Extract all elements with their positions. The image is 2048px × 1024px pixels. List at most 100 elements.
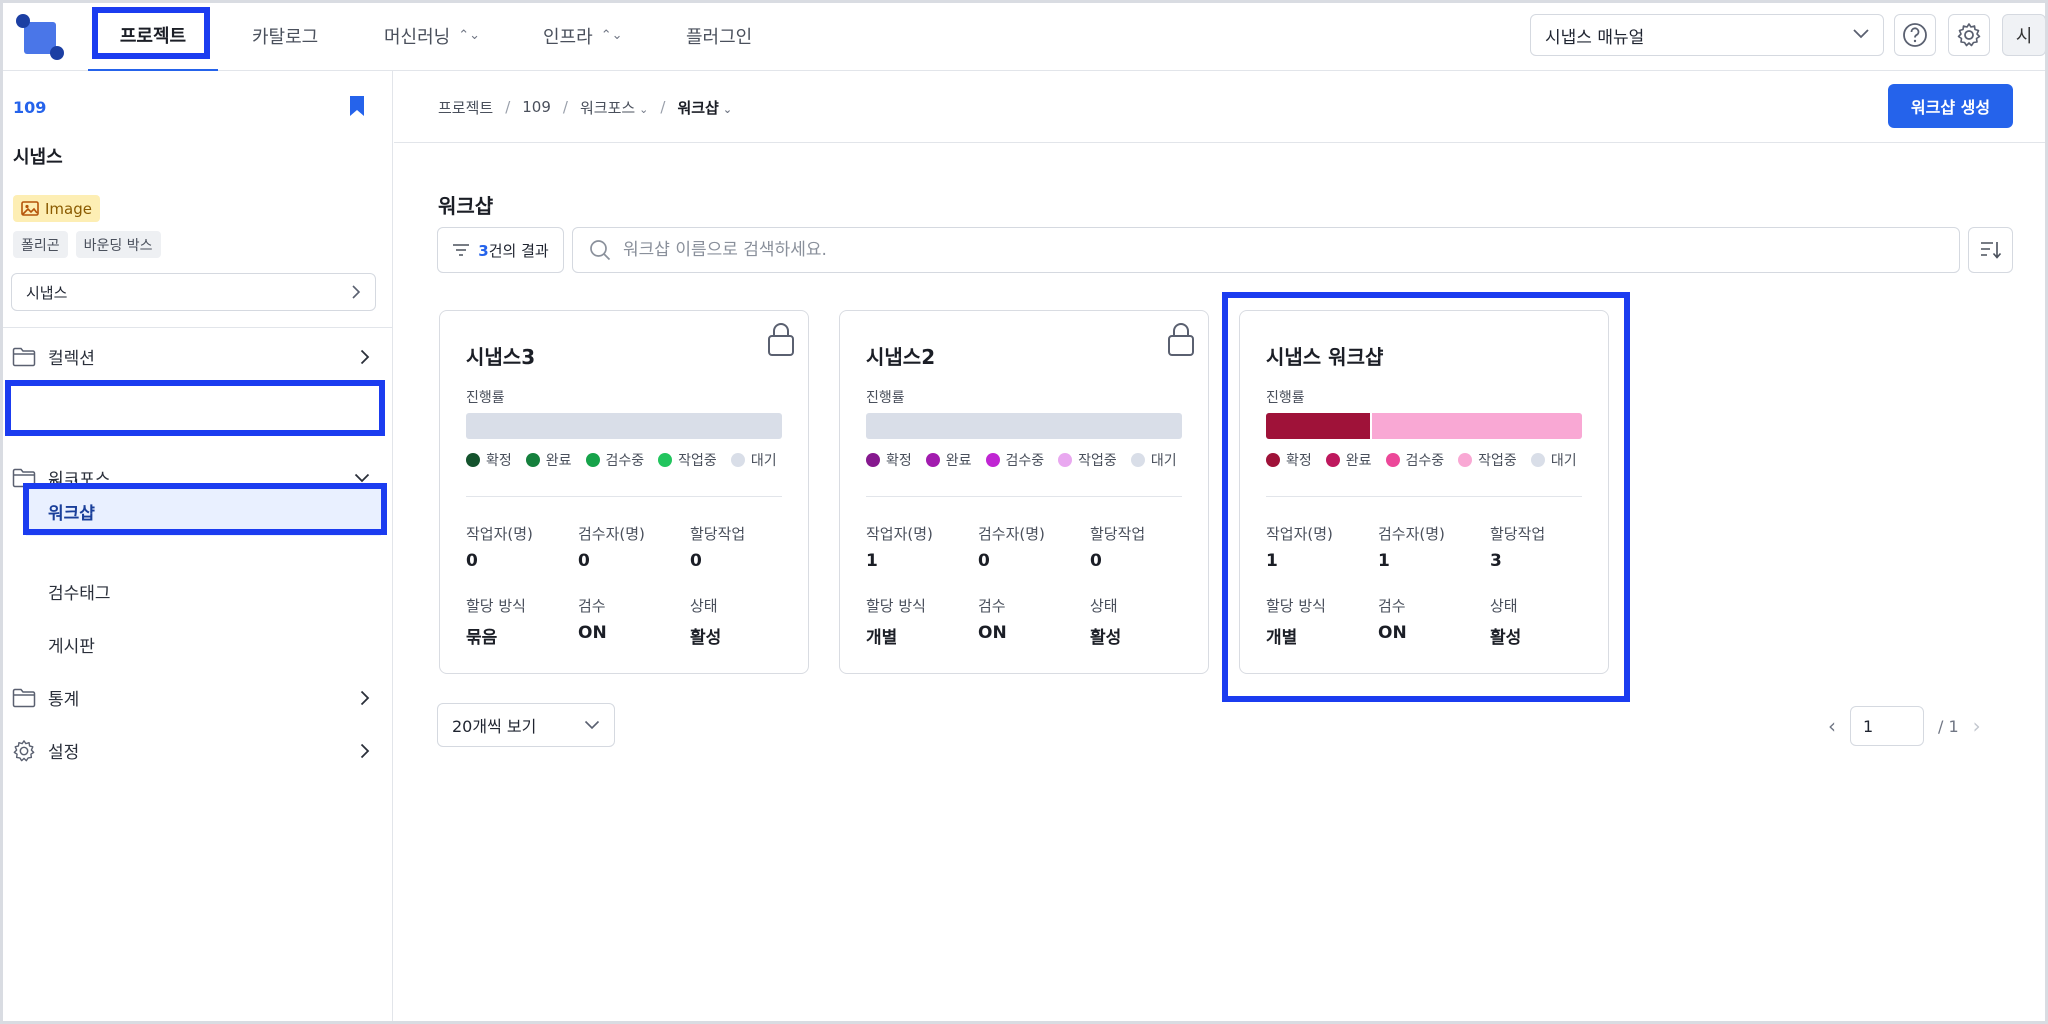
nav-tab-plugin[interactable]: 플러그인: [686, 0, 752, 71]
card-title: 시냅스3: [466, 345, 536, 369]
legend-dot: [985, 453, 1000, 467]
next-page-button[interactable]: ›: [1973, 714, 1981, 738]
stat-label: 작업자(명): [466, 525, 533, 543]
nav-tab-catalog[interactable]: 카탈로그: [252, 0, 318, 71]
breadcrumb-workforce-label: 워크포스: [579, 98, 636, 117]
breadcrumb-project[interactable]: 프로젝트: [438, 97, 493, 118]
annotation-tag: 폴리곤: [13, 231, 68, 258]
progress-legend: 확정 완료 검수중 작업중 대기: [1266, 450, 1577, 470]
legend-label: 확정: [486, 453, 512, 469]
stat-status-value: 활성: [690, 628, 722, 648]
legend-dot: [1458, 453, 1473, 467]
breadcrumb-separator: /: [505, 98, 511, 116]
nav-tab-machine-learning[interactable]: 머신러닝 ⌃⌄: [384, 0, 480, 71]
legend-label: 완료: [1345, 453, 1372, 469]
dataset-select[interactable]: 시냅스: [11, 273, 376, 311]
legend-label: 확정: [1286, 453, 1312, 469]
sidebar-item-label: 통계: [48, 690, 80, 710]
progress-label: 진행률: [866, 390, 905, 406]
legend-dot: [866, 453, 880, 467]
search-box[interactable]: [572, 227, 1960, 273]
stat-review-value: ON: [1378, 623, 1407, 643]
legend-item: 작업중: [1058, 450, 1117, 470]
sort-button[interactable]: [1968, 227, 2013, 273]
sidebar-subitem-label: 워크샵: [48, 504, 95, 524]
help-button[interactable]: [1894, 14, 1936, 56]
stat-label: 작업자(명): [866, 525, 933, 543]
progress-bar: [866, 413, 1182, 439]
manual-select[interactable]: 시냅스 매뉴얼: [1530, 14, 1884, 56]
progress-segment-confirmed: [1266, 413, 1371, 439]
image-icon: [21, 201, 39, 216]
page-size-value: 20개씩 보기: [452, 717, 537, 736]
stat-label: 할당 방식: [1266, 597, 1326, 615]
nav-tab-label: 머신러닝: [384, 26, 451, 48]
stat-assigned-value: 0: [1090, 551, 1102, 571]
stat-method-value: 묶음: [466, 628, 498, 648]
bookmark-icon[interactable]: [348, 95, 366, 117]
workshop-card[interactable]: 시냅스3 진행률 확정 완료 검수중 작업중 대기 작업자(명) 검수자(명) 할당작업 0 0 0 할당…: [439, 310, 809, 674]
card-divider: [866, 496, 1182, 497]
chevron-down-icon: [354, 473, 370, 482]
stat-workers-value: 1: [1266, 551, 1278, 571]
legend-label: 작업중: [678, 453, 717, 469]
stat-assigned-value: 3: [1490, 551, 1502, 571]
card-title: 시냅스 워크샵: [1266, 345, 1384, 369]
legend-dot: [1130, 453, 1145, 467]
legend-label: 검수중: [1005, 453, 1045, 469]
workshop-card[interactable]: 시냅스2 진행률 확정 완료 검수중 작업중 대기 작업자(명) 검수자(명) 할당작업 1 0 0 할당…: [839, 310, 1209, 674]
sidebar-item-stats[interactable]: 통계: [0, 671, 392, 724]
stat-review-value: ON: [578, 623, 607, 643]
gear-icon: [1957, 23, 1981, 47]
settings-button[interactable]: [1948, 14, 1990, 56]
progress-label: 진행률: [1266, 390, 1305, 406]
search-icon: [590, 240, 611, 261]
search-input[interactable]: [623, 240, 1923, 260]
result-count-text: 3건의 결과: [478, 240, 548, 261]
stat-label: 검수: [578, 597, 606, 615]
page-total: / 1: [1938, 716, 1959, 736]
legend-label: 완료: [945, 453, 972, 469]
sidebar-item-settings[interactable]: 설정: [0, 724, 392, 777]
legend-item: 대기: [1530, 450, 1577, 470]
chevron-down-icon: ⌄: [722, 102, 733, 116]
breadcrumb-workforce[interactable]: 워크포스 ⌄: [580, 97, 648, 118]
stat-reviewers-value: 0: [978, 551, 990, 571]
legend-dot: [1325, 453, 1340, 467]
legend-label: 작업중: [1478, 453, 1517, 469]
prev-page-button[interactable]: ‹: [1828, 714, 1836, 738]
sidebar-item-label: 컬렉션: [48, 349, 95, 369]
breadcrumb-current[interactable]: 워크샵 ⌄: [677, 97, 732, 118]
legend-label: 확정: [886, 453, 912, 469]
card-divider: [466, 496, 782, 497]
sidebar-item-collection[interactable]: 컬렉션: [0, 330, 392, 383]
workshop-card[interactable]: 시냅스 워크샵 진행률 확정 완료 검수중 작업중 대기 작업자(명) 검수자(명) 할당작업 1 1…: [1239, 310, 1609, 674]
legend-label: 작업중: [1078, 453, 1117, 469]
legend-dot: [1266, 453, 1280, 467]
app-logo[interactable]: [14, 14, 66, 62]
nav-tab-project[interactable]: 프로젝트: [88, 0, 218, 71]
stat-workers-value: 1: [866, 551, 878, 571]
legend-dot: [730, 453, 745, 467]
stat-label: 검수자(명): [1378, 525, 1445, 543]
sidebar-subitem-workshop[interactable]: 워크샵: [48, 487, 95, 536]
filter-button[interactable]: 3건의 결과: [437, 227, 564, 273]
sidebar-subitem-review-tag[interactable]: 검수태그: [48, 565, 111, 618]
chevron-right-icon: [360, 690, 370, 705]
stat-label: 할당작업: [690, 525, 746, 543]
page-number-input[interactable]: 1: [1850, 706, 1924, 746]
create-workshop-button[interactable]: 워크샵 생성: [1888, 84, 2013, 128]
sidebar-subitem-board[interactable]: 게시판: [48, 618, 95, 671]
legend-dot: [525, 453, 540, 467]
nav-tab-infra[interactable]: 인프라 ⌃⌄: [543, 0, 622, 71]
breadcrumb-separator: /: [562, 98, 568, 116]
sort-icon: [1980, 242, 2001, 259]
user-avatar-button[interactable]: 시: [2002, 14, 2046, 56]
nav-tab-label: 플러그인: [686, 26, 753, 48]
breadcrumb-project-id[interactable]: 109: [522, 98, 551, 116]
data-type-badge: Image: [13, 195, 100, 222]
progress-label: 진행률: [466, 390, 505, 406]
legend-dot: [1385, 453, 1400, 467]
page-size-select[interactable]: 20개씩 보기: [437, 703, 615, 747]
legend-dot: [1058, 453, 1073, 467]
